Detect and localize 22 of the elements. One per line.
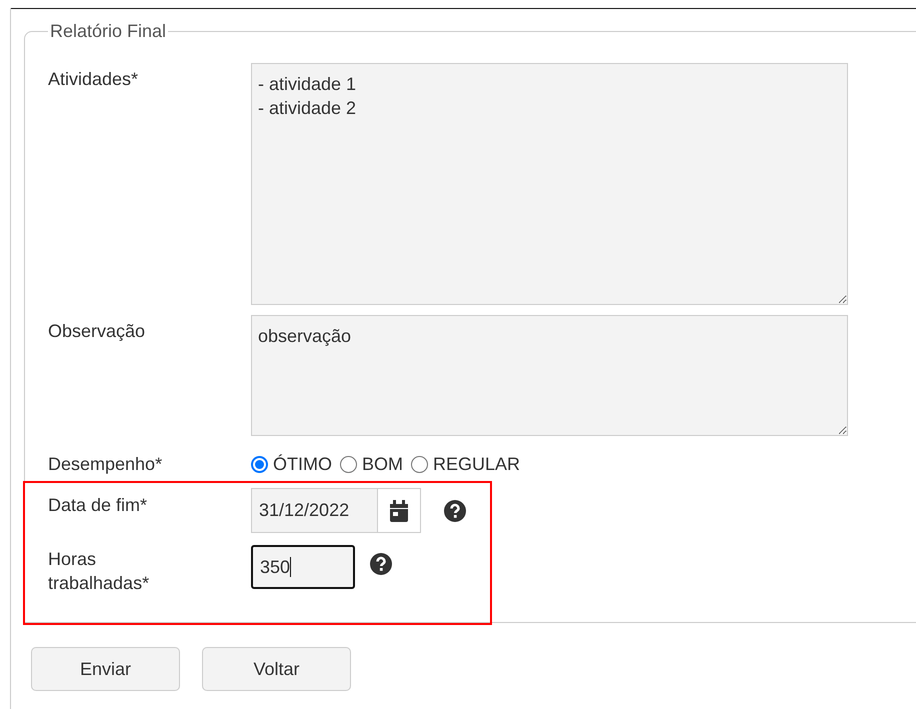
- radio-button[interactable]: [340, 456, 357, 472]
- radio-button[interactable]: [411, 456, 428, 472]
- field-label: Desempenho*: [48, 453, 162, 476]
- calendar-icon: [389, 500, 409, 522]
- form-button[interactable]: Enviar: [31, 647, 180, 691]
- section-title: Relatório Final: [49, 20, 168, 43]
- calendar-button[interactable]: [378, 488, 421, 533]
- help-icon[interactable]: [444, 500, 466, 522]
- hours-field[interactable]: 350: [251, 545, 355, 589]
- help-icon[interactable]: [370, 553, 392, 575]
- radio-label[interactable]: REGULAR: [433, 450, 520, 478]
- field-label: Observação: [48, 320, 146, 343]
- date-field[interactable]: 31/12/2022: [251, 488, 378, 533]
- field-label: Data de fim*: [48, 494, 148, 517]
- form-button[interactable]: Voltar: [202, 647, 351, 691]
- notes-textarea[interactable]: observação: [251, 315, 848, 436]
- radio-label[interactable]: ÓTIMO: [273, 450, 332, 478]
- field-label: Horas trabalhadas*: [48, 548, 150, 595]
- field-label: Atividades*: [48, 68, 138, 91]
- radio-button[interactable]: [251, 456, 268, 472]
- activities-textarea[interactable]: - atividade 1 - atividade 2: [251, 63, 848, 305]
- radio-label[interactable]: BOM: [362, 450, 404, 478]
